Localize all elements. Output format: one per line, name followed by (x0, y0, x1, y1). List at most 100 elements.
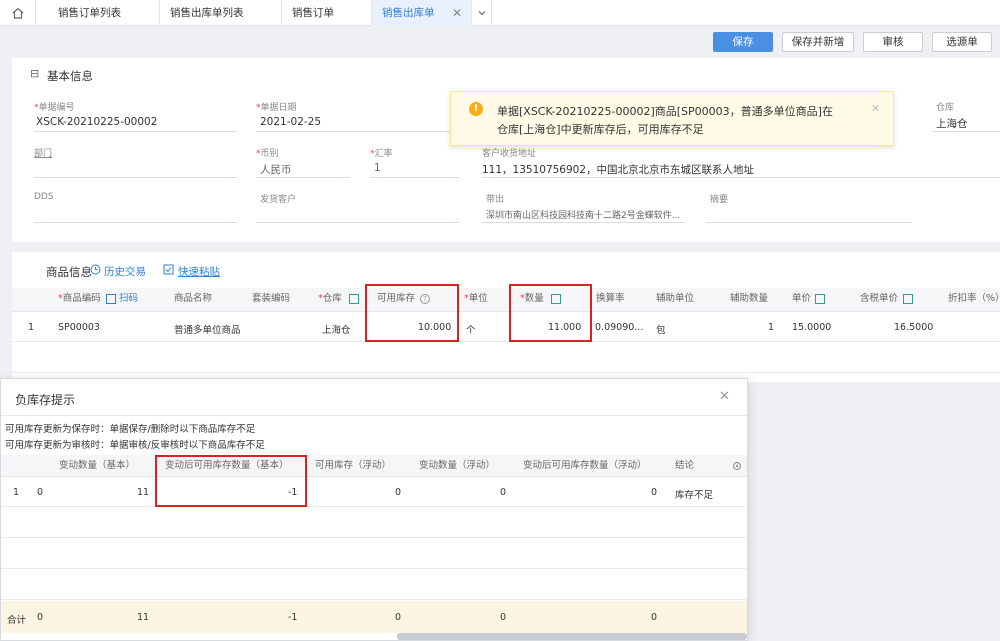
currency-field[interactable]: 人民币 (260, 162, 292, 177)
highlight-quantity (509, 284, 592, 342)
row-number: 1 (13, 487, 20, 498)
col-code: *商品编码 (58, 293, 101, 304)
gear-icon[interactable] (731, 460, 743, 472)
table-row[interactable]: 1 SP00003 普通多单位商品 上海仓 10.000 个 11.000 0.… (12, 312, 1000, 342)
ship-customer-label: 发货客户 (260, 195, 297, 205)
tab-sales-order-list[interactable]: 销售订单列表 (48, 0, 160, 26)
takeout-label: 带出 (486, 195, 505, 205)
cell-conversion: 0.09090... (595, 322, 644, 333)
rate-field[interactable]: 1 (374, 162, 381, 174)
total-available-float: 0 (395, 612, 402, 623)
cell-change-float: 0 (500, 487, 507, 498)
save-button[interactable]: 保存 (713, 32, 773, 52)
col-conversion: 换算率 (596, 293, 625, 304)
audit-button[interactable]: 审核 (863, 32, 923, 52)
col-tax-price: 含税单价 (860, 293, 899, 304)
dds-label: DDS (34, 192, 54, 202)
warehouse-label: 仓库 (936, 103, 955, 113)
total-change-qty: 11 (137, 612, 150, 623)
total-change-float: 0 (500, 612, 507, 623)
select-source-button[interactable]: 选源单 (932, 32, 992, 52)
rate-label: *汇率 (370, 149, 393, 159)
goods-section-title: 商品信息 (46, 265, 92, 279)
doc-no-label: *单据编号 (34, 103, 75, 113)
doc-date-label: *单据日期 (256, 103, 297, 113)
warehouse-field[interactable]: 上海仓 (936, 116, 968, 131)
total-base: 0 (37, 612, 44, 623)
col-discount: 折扣率（%） (948, 293, 1000, 304)
table-row[interactable]: 1 0 11 -1 0 0 0 库存不足 (1, 477, 747, 507)
row-number: 1 (28, 322, 35, 333)
inventory-warning-toast: ! 单据[XSCK-20210225-00002]商品[SP00003，普通多单… (450, 91, 894, 146)
table-row[interactable] (12, 343, 1000, 373)
divider (370, 177, 460, 178)
divider (482, 177, 1000, 178)
col-change-float: 变动数量（浮动） (419, 460, 496, 471)
dept-label[interactable]: 部门 (34, 146, 52, 159)
col-name: 商品名称 (174, 293, 213, 304)
cell-change-qty: 11 (137, 487, 150, 498)
total-label: 合计 (7, 615, 27, 626)
warning-icon: ! (469, 102, 483, 116)
tab-sales-order[interactable]: 销售订单 (282, 0, 372, 26)
clock-icon (90, 264, 101, 275)
section-title: 基本信息 (47, 69, 93, 83)
col-aux-qty: 辅助数量 (730, 293, 769, 304)
close-icon[interactable]: ✕ (871, 102, 880, 115)
horizontal-scrollbar[interactable] (397, 633, 747, 640)
cell-name[interactable]: 普通多单位商品 (174, 322, 241, 336)
cell-available-float: 0 (395, 487, 402, 498)
divider (256, 131, 459, 132)
cell-tax-price[interactable]: 16.5000 (894, 322, 933, 333)
takeout-field[interactable]: 深圳市南山区科技园科技南十二路2号金蝶软件... (486, 208, 680, 221)
basic-info-card: ⊟ 基本信息 *单据编号 XSCK-20210225-00002 *单据日期 2… (12, 58, 1000, 242)
divider (256, 222, 459, 223)
negative-stock-dialog: 负库存提示 ✕ 可用库存更新为保存时：单据保存/删除时以下商品库存不足 可用库存… (0, 378, 748, 641)
cell-aux-qty[interactable]: 1 (768, 322, 774, 333)
col-unit: *单位 (464, 293, 488, 304)
close-icon[interactable]: ✕ (452, 0, 462, 26)
tab-bar: 销售订单列表 销售出库单列表 销售订单 销售出库单 ✕ (0, 0, 1000, 26)
cell-result: 库存不足 (675, 490, 714, 501)
divider (34, 222, 237, 223)
cell-price[interactable]: 15.0000 (792, 322, 831, 333)
address-field[interactable]: 111，13510756902，中国北京北京市东城区联系人地址 (482, 162, 754, 177)
col-kit-code: 套装编码 (252, 293, 291, 304)
edit-icon[interactable] (349, 294, 359, 304)
tab-dropdown[interactable] (472, 0, 492, 26)
scan-icon (106, 294, 116, 304)
edit-icon[interactable] (815, 294, 825, 304)
home-icon (12, 7, 24, 19)
currency-label: *币别 (256, 149, 279, 159)
tab-sales-outbound[interactable]: 销售出库单 ✕ (372, 0, 472, 26)
cell-aux-unit[interactable]: 包 (656, 322, 666, 336)
goods-grid-header: *商品编码 扫码 商品名称 套装编码 *仓库 可用库存 ? *单位 *数量 换算… (12, 288, 1000, 312)
cell-base: 0 (37, 487, 44, 498)
collapse-icon[interactable]: ⊟ (30, 67, 39, 80)
history-trade-link[interactable]: 历史交易 (104, 264, 146, 279)
col-warehouse: *仓库 (318, 293, 342, 304)
chevron-down-icon (478, 11, 486, 16)
cell-code[interactable]: SP00003 (58, 322, 100, 333)
dialog-grid-header: 变动数量（基本） 变动后可用库存数量（基本） 可用库存（浮动） 变动数量（浮动）… (1, 455, 747, 477)
highlight-after-available (155, 455, 307, 507)
doc-date-field[interactable]: 2021-02-25 (260, 116, 321, 128)
tab-sales-outbound-list[interactable]: 销售出库单列表 (160, 0, 282, 26)
dialog-note-audit: 可用库存更新为审核时：单据审核/反审核时以下商品库存不足 (5, 440, 265, 451)
save-and-new-button[interactable]: 保存并新增 (782, 32, 854, 52)
dialog-title: 负库存提示 (15, 393, 76, 407)
total-row: 合计 0 11 -1 0 0 0 (1, 601, 747, 633)
goods-info-card: 商品信息 历史交易 快速粘贴 *商品编码 扫码 商品名称 套装编码 *仓库 可用… (12, 252, 1000, 382)
cell-unit[interactable]: 个 (466, 322, 476, 336)
quick-paste-link[interactable]: 快速粘贴 (178, 264, 220, 279)
cell-warehouse[interactable]: 上海仓 (322, 322, 351, 336)
scan-link[interactable]: 扫码 (119, 288, 138, 310)
col-available-float: 可用库存（浮动） (315, 460, 392, 471)
total-after-float: 0 (651, 612, 658, 623)
close-icon[interactable]: ✕ (719, 389, 730, 404)
doc-no-field[interactable]: XSCK-20210225-00002 (36, 116, 157, 128)
paste-icon (163, 264, 174, 275)
edit-icon[interactable] (903, 294, 913, 304)
total-after-available: -1 (288, 612, 298, 623)
home-tab[interactable] (0, 0, 36, 26)
